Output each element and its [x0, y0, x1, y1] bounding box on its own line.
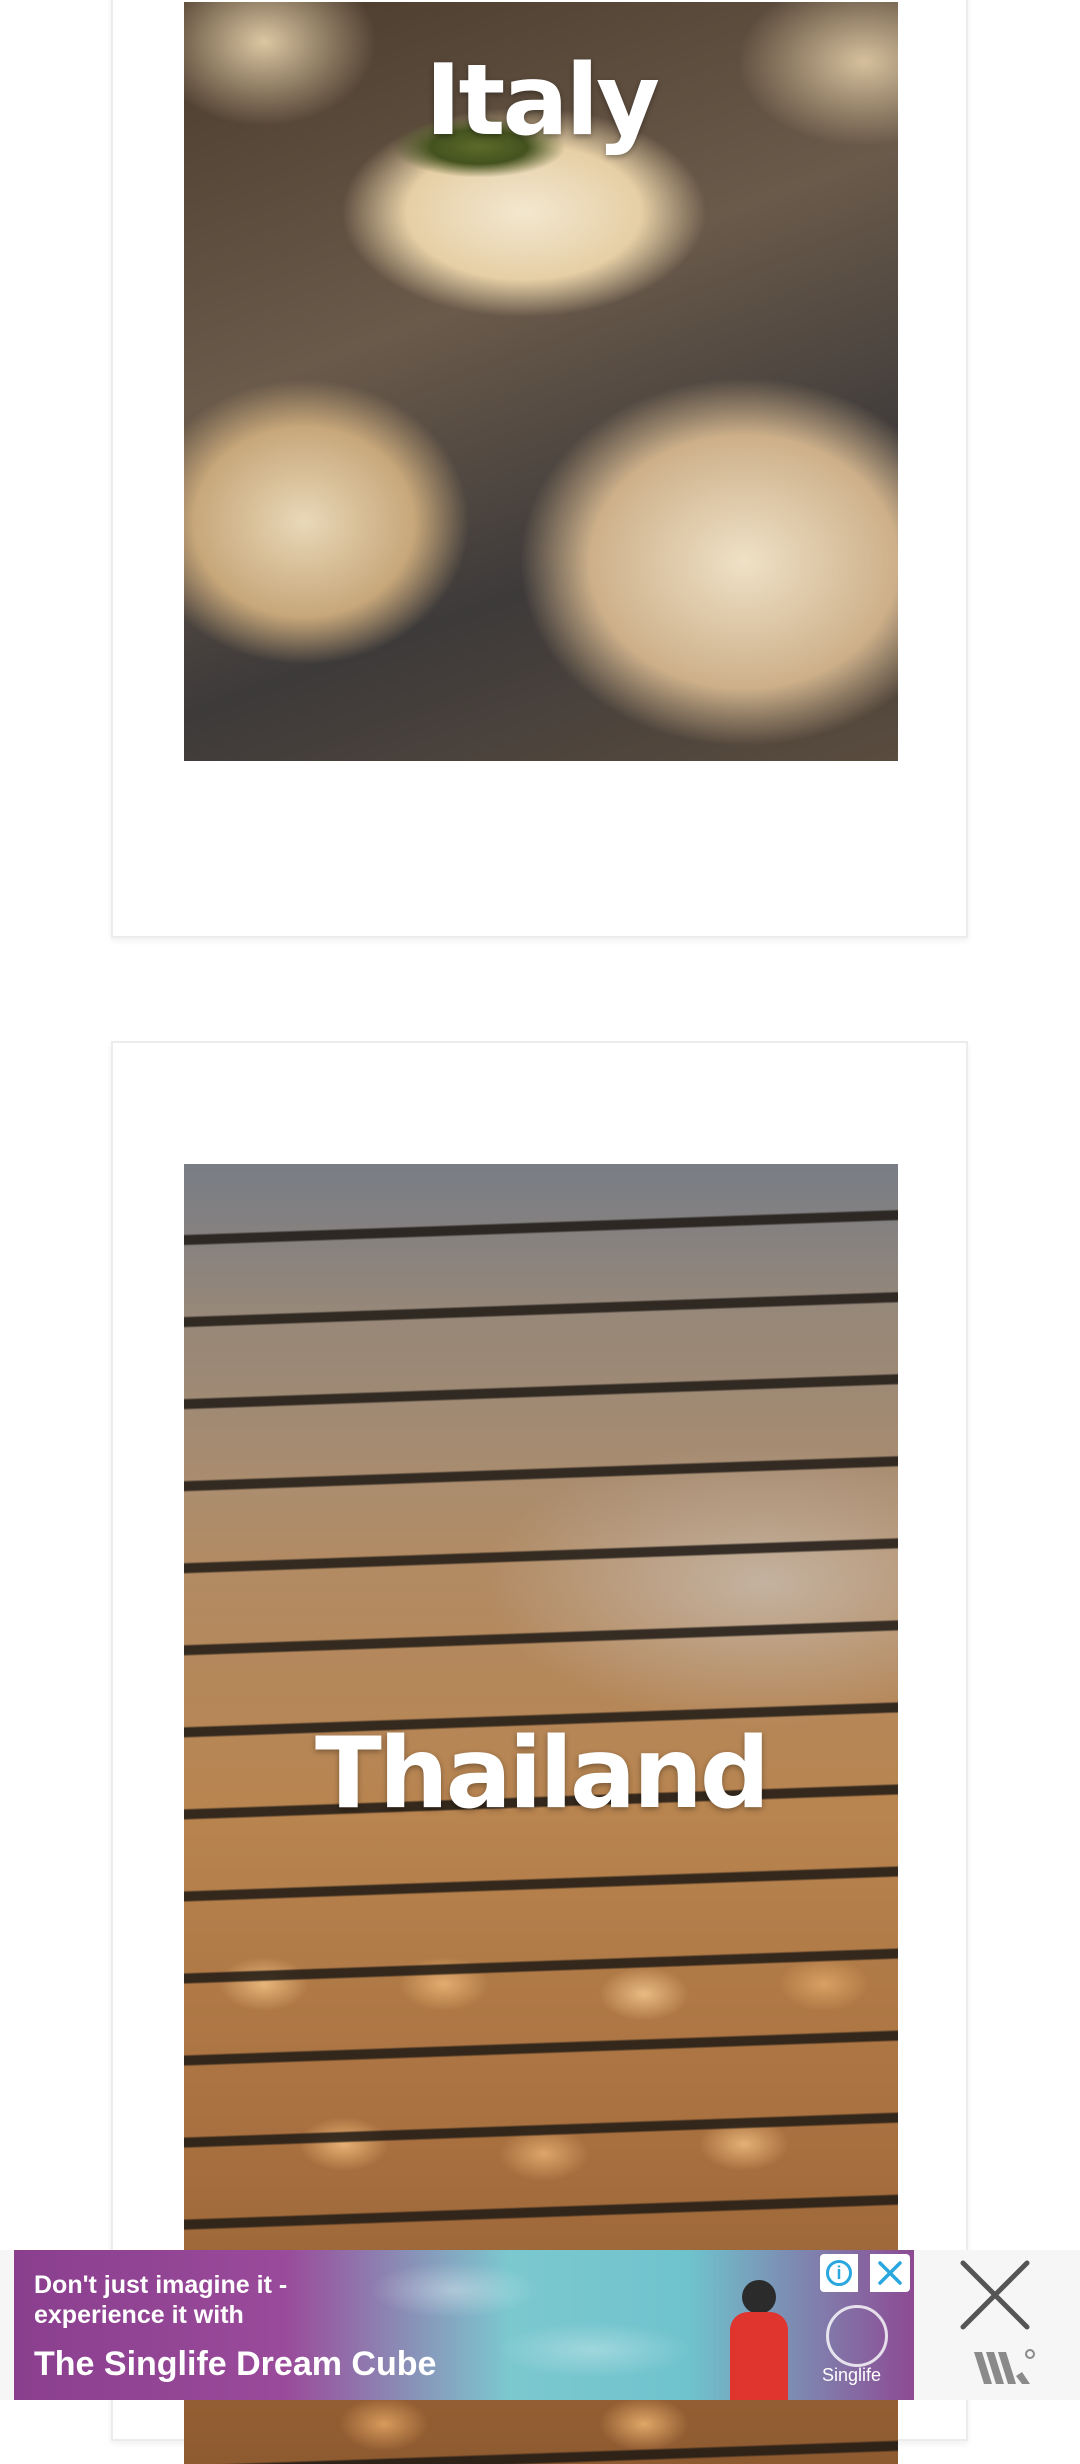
- ad-brand-name: Singlife: [822, 2365, 882, 2385]
- ad-illustration: [714, 2280, 804, 2400]
- close-ad-button[interactable]: [955, 2255, 1035, 2335]
- ad-product-name: The Singlife Dream Cube: [34, 2345, 437, 2383]
- italy-food-image: Italy: [184, 2, 898, 761]
- card-title-italy: Italy: [425, 44, 660, 158]
- ad-network-logo: [974, 2349, 1035, 2384]
- destination-card-italy[interactable]: Italy: [111, 0, 968, 938]
- ad-banner[interactable]: Don't just imagine it - experience it wi…: [14, 2250, 914, 2400]
- card-title-thailand: Thailand: [315, 1717, 770, 1831]
- ad-figure-head: [742, 2280, 776, 2314]
- close-icon: [878, 2261, 902, 2285]
- singlife-logo-icon: [826, 2305, 888, 2367]
- ad-network-icon: [972, 2344, 1036, 2388]
- ad-report-close-button[interactable]: [870, 2254, 910, 2292]
- info-icon: i: [826, 2260, 852, 2286]
- close-icon: [960, 2260, 1030, 2330]
- ad-headline: Don't just imagine it - experience it wi…: [34, 2271, 288, 2329]
- ad-figure-body: [730, 2312, 788, 2400]
- destination-card-thailand[interactable]: Thailand: [111, 1041, 968, 2464]
- ad-info-button[interactable]: i: [820, 2254, 858, 2292]
